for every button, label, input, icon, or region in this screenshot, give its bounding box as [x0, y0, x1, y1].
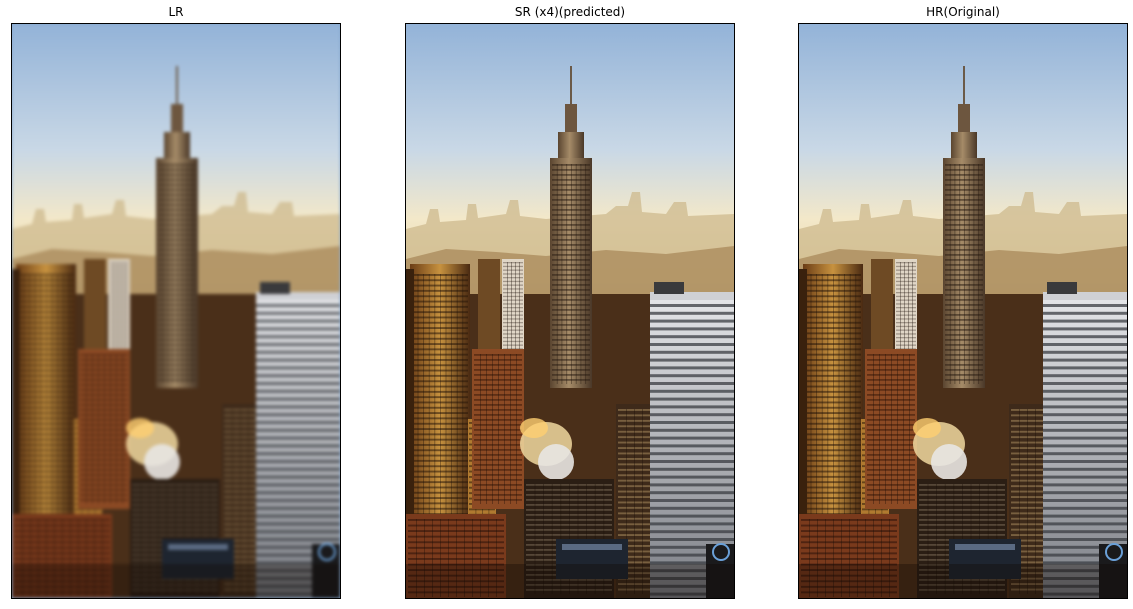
panel-hr: HR(Original) [798, 0, 1128, 609]
image-frame-hr [798, 23, 1128, 599]
panel-title-sr: SR (x4)(predicted) [514, 5, 626, 19]
panel-sr: SR (x4)(predicted) [405, 0, 735, 609]
image-frame-lr [11, 23, 341, 599]
cityscape-image-sr [406, 24, 734, 598]
panel-title-hr: HR(Original) [926, 5, 1000, 19]
cityscape-image-lr [12, 24, 340, 598]
image-frame-sr [405, 23, 735, 599]
panel-title-lr: LR [168, 5, 184, 19]
cityscape-image-hr [799, 24, 1127, 598]
panel-lr: LR [11, 0, 341, 609]
